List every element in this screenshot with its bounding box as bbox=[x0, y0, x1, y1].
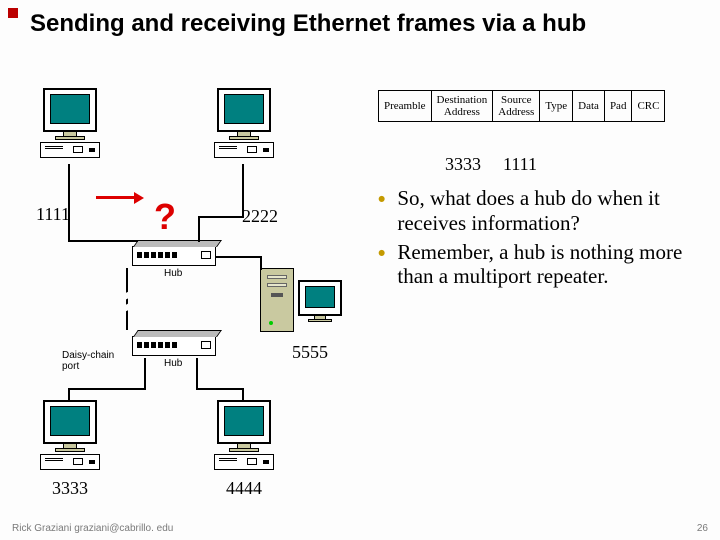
hub-lower bbox=[132, 336, 216, 356]
frame-field: Preamble bbox=[379, 91, 432, 122]
question-mark: ? bbox=[154, 196, 176, 238]
network-diagram: 1111 2222 ? Hub Hub Daisy-chainport 5555… bbox=[16, 88, 366, 518]
src-address-example: 1111 bbox=[503, 154, 537, 175]
server-monitor bbox=[298, 280, 342, 322]
bullet-decoration bbox=[8, 8, 18, 18]
bullet-text: Remember, a hub is nothing more than a m… bbox=[397, 240, 708, 290]
frame-field: DestinationAddress bbox=[431, 91, 493, 122]
frame-field: Pad bbox=[604, 91, 632, 122]
footer-credit: Rick Graziani graziani@cabrillo. edu bbox=[12, 523, 173, 534]
hub-upper-label: Hub bbox=[164, 268, 182, 279]
pc-3333-label: 3333 bbox=[52, 478, 88, 499]
slide-title: Sending and receiving Ethernet frames vi… bbox=[30, 10, 708, 38]
pc-4444-label: 4444 bbox=[226, 478, 262, 499]
ethernet-frame-table: PreambleDestinationAddressSourceAddressT… bbox=[378, 90, 665, 122]
bullet-list: •So, what does a hub do when it receives… bbox=[378, 186, 708, 293]
frame-field: Data bbox=[573, 91, 605, 122]
page-number: 26 bbox=[697, 523, 708, 534]
daisy-chain-label: Daisy-chainport bbox=[62, 350, 114, 372]
hub-upper bbox=[132, 246, 216, 266]
bullet-icon: • bbox=[378, 242, 385, 290]
server-tower bbox=[260, 268, 294, 332]
pc-4444 bbox=[214, 400, 274, 470]
frame-field: Type bbox=[540, 91, 573, 122]
bullet-text: So, what does a hub do when it receives … bbox=[397, 186, 708, 236]
pc-2222 bbox=[214, 88, 274, 158]
pc-1111 bbox=[40, 88, 100, 158]
hub-lower-label: Hub bbox=[164, 358, 182, 369]
bullet-icon: • bbox=[378, 188, 385, 236]
frame-field: SourceAddress bbox=[493, 91, 540, 122]
dest-address-example: 3333 bbox=[445, 154, 481, 175]
pc-3333 bbox=[40, 400, 100, 470]
frame-field: CRC bbox=[632, 91, 665, 122]
pc-2222-label: 2222 bbox=[242, 206, 278, 227]
pc-1111-label: 1111 bbox=[36, 204, 70, 225]
server-label: 5555 bbox=[292, 342, 328, 363]
